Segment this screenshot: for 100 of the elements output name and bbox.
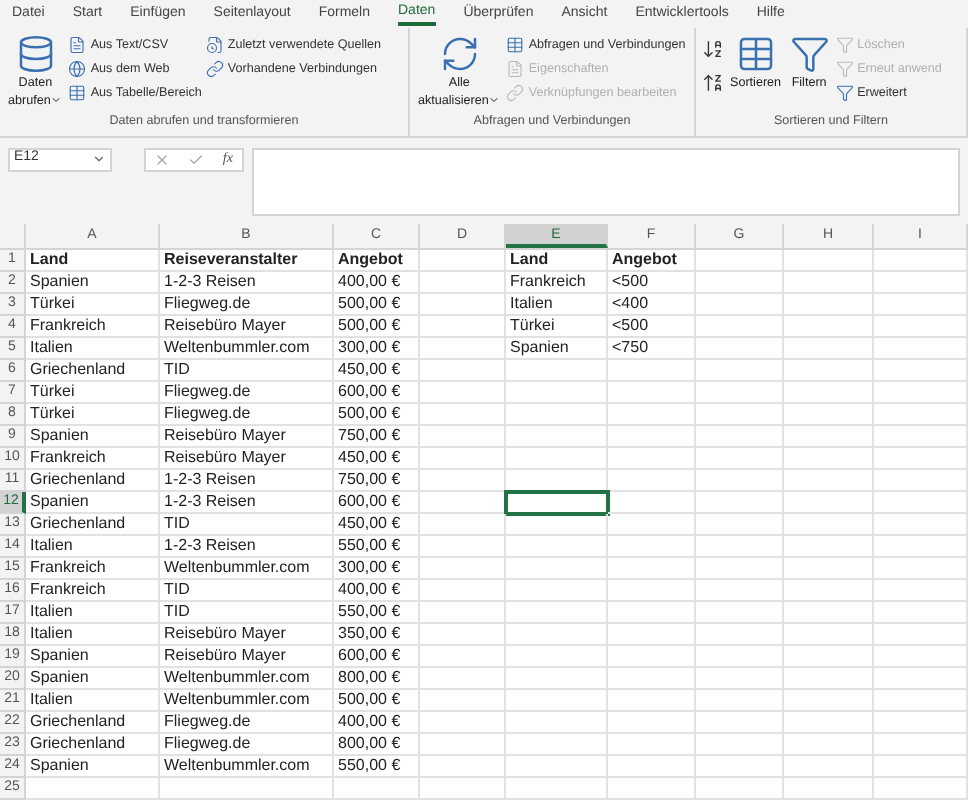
table-cell: 500,00 € [334, 316, 420, 338]
document-clock-icon [205, 35, 224, 54]
table-cell [784, 338, 874, 360]
refresh-icon [439, 33, 480, 74]
table-cell: Italien [506, 294, 608, 316]
table-cell: Reisebüro Mayer [160, 316, 334, 338]
table-cell: Weltenbummler.com [160, 338, 334, 360]
table-cell [506, 712, 608, 734]
table-cell: Weltenbummler.com [160, 690, 334, 712]
table-cell [874, 470, 968, 492]
table-cell [608, 690, 696, 712]
table-cell: Türkei [506, 316, 608, 338]
table-cell [506, 558, 608, 580]
table-cell [420, 294, 506, 316]
table-cell [506, 690, 608, 712]
table-cell [874, 646, 968, 668]
table-cell [608, 360, 696, 382]
table-cell: Weltenbummler.com [160, 558, 334, 580]
table-cell [420, 646, 506, 668]
table-cell [874, 448, 968, 470]
table-cell [420, 778, 506, 800]
table-cell [506, 404, 608, 426]
table-cell: 550,00 € [334, 602, 420, 624]
table-cell: Frankreich [26, 316, 160, 338]
table-cell: 800,00 € [334, 734, 420, 756]
table-cell: Weltenbummler.com [160, 668, 334, 690]
table-cell [420, 734, 506, 756]
table-cell: Spanien [506, 338, 608, 360]
table-cell [784, 360, 874, 382]
table-cell [608, 536, 696, 558]
database-icon [15, 33, 56, 74]
table-cell: Land [506, 250, 608, 272]
selected-cell[interactable] [506, 492, 608, 514]
sort-ascending-icon[interactable] [702, 37, 724, 60]
funnel-icon [835, 35, 854, 54]
check-icon[interactable] [188, 151, 205, 168]
table-cell [608, 778, 696, 800]
table-cell [420, 558, 506, 580]
table-cell: Spanien [26, 668, 160, 690]
table-cell: Türkei [26, 382, 160, 404]
table-cell [784, 734, 874, 756]
table-cell: 1-2-3 Reisen [160, 272, 334, 294]
link-icon [205, 59, 224, 78]
table-cell [506, 536, 608, 558]
table-cell [784, 778, 874, 800]
table-cell [696, 316, 784, 338]
table-cell [420, 756, 506, 778]
table-cell: Griechenland [26, 514, 160, 536]
table-cell: Reisebüro Mayer [160, 624, 334, 646]
table-cell [506, 514, 608, 536]
table-cell [784, 602, 874, 624]
table-cell [420, 668, 506, 690]
sort-descending-icon[interactable] [702, 71, 724, 94]
table-cell [696, 558, 784, 580]
table-cell: Frankreich [26, 448, 160, 470]
table-cell [696, 272, 784, 294]
table-cell [696, 426, 784, 448]
table-cell [608, 712, 696, 734]
table-cell: 1-2-3 Reisen [160, 492, 334, 514]
table-cell: Spanien [26, 756, 160, 778]
table-cell [696, 734, 784, 756]
table-cell [784, 580, 874, 602]
table-cell: 600,00 € [334, 382, 420, 404]
table-cell: TID [160, 360, 334, 382]
table-cell: Frankreich [506, 272, 608, 294]
table-cell [608, 514, 696, 536]
table-cell [874, 272, 968, 294]
dropdown-icon [92, 152, 106, 167]
table-cell: Fliegweg.de [160, 294, 334, 316]
table-cell [874, 602, 968, 624]
table-cell [696, 492, 784, 514]
table-cell [874, 778, 968, 800]
table-cell: Spanien [26, 272, 160, 294]
table-cell: Angebot [608, 250, 696, 272]
table-cell [784, 382, 874, 404]
table-cell: Fliegweg.de [160, 382, 334, 404]
table-cell: Griechenland [26, 734, 160, 756]
table-cell [506, 646, 608, 668]
table-cell: <500 [608, 272, 696, 294]
table-cell [608, 492, 696, 514]
table-cell [874, 558, 968, 580]
table-cell: 750,00 € [334, 426, 420, 448]
table-cell: 500,00 € [334, 294, 420, 316]
funnel-icon [835, 83, 854, 102]
table-cell [784, 646, 874, 668]
table-cell: Reisebüro Mayer [160, 646, 334, 668]
table-cell [608, 426, 696, 448]
table-cell [608, 404, 696, 426]
table-cell [784, 470, 874, 492]
table-cell: 500,00 € [334, 690, 420, 712]
table-cell [420, 250, 506, 272]
table-cell [696, 624, 784, 646]
table-cell: 600,00 € [334, 646, 420, 668]
table-cell: 400,00 € [334, 580, 420, 602]
table-cell [874, 492, 968, 514]
formula-field[interactable] [252, 147, 960, 216]
table-cell [506, 448, 608, 470]
table-cell [874, 734, 968, 756]
table-cell [784, 272, 874, 294]
table-cell: 400,00 € [334, 272, 420, 294]
